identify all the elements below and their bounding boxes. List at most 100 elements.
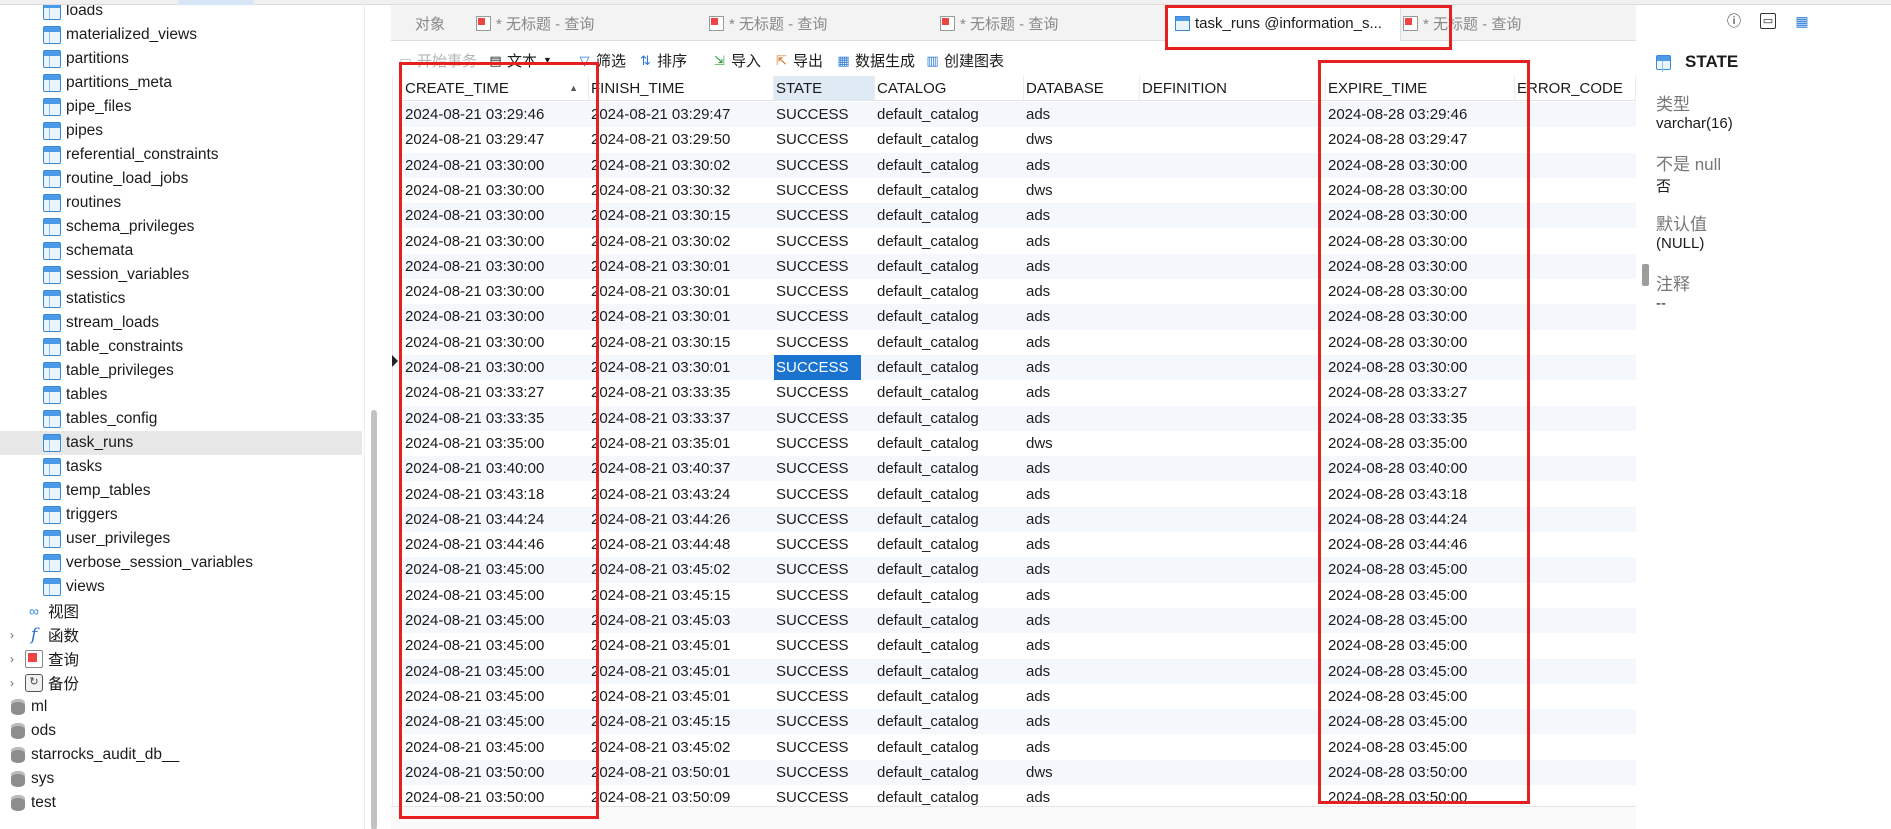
cell-catalog[interactable]: default_catalog xyxy=(875,633,1024,658)
cell-expire-time[interactable]: 2024-08-28 03:30:00 xyxy=(1326,330,1515,355)
sidebar-database-test[interactable]: test xyxy=(0,791,362,815)
cell-definition[interactable] xyxy=(1140,431,1326,456)
sidebar-item-tables[interactable]: tables xyxy=(0,383,362,407)
cell-create-time[interactable]: 2024-08-21 03:30:00 xyxy=(403,203,589,228)
cell-create-time[interactable]: 2024-08-21 03:29:46 xyxy=(403,102,589,127)
cell-catalog[interactable]: default_catalog xyxy=(875,785,1024,806)
table-row[interactable]: 2024-08-21 03:33:27 2024-08-21 03:33:35 SU… xyxy=(403,380,1636,405)
cell-create-time[interactable]: 2024-08-21 03:45:00 xyxy=(403,583,589,608)
sidebar-item-triggers[interactable]: triggers xyxy=(0,503,362,527)
table-row[interactable]: 2024-08-21 03:29:47 2024-08-21 03:29:50 SU… xyxy=(403,127,1636,152)
table-row[interactable]: 2024-08-21 03:45:00 2024-08-21 03:45:15 SU… xyxy=(403,583,1636,608)
sidebar-item-task-runs[interactable]: task_runs xyxy=(0,431,362,455)
table-row[interactable]: 2024-08-21 03:44:24 2024-08-21 03:44:26 SU… xyxy=(403,506,1636,533)
cell-database[interactable]: ads xyxy=(1024,304,1140,329)
table-row[interactable]: 2024-08-21 03:30:00 2024-08-21 03:30:15 SU… xyxy=(403,330,1636,355)
cell-expire-time[interactable]: 2024-08-28 03:30:00 xyxy=(1326,279,1515,304)
cell-definition[interactable] xyxy=(1140,507,1326,532)
cell-create-time[interactable]: 2024-08-21 03:44:24 xyxy=(403,507,589,532)
cell-error-code[interactable] xyxy=(1515,279,1636,304)
cell-catalog[interactable]: default_catalog xyxy=(875,507,1024,532)
sidebar-item-tables-config[interactable]: tables_config xyxy=(0,407,362,431)
cell-state[interactable]: SUCCESS xyxy=(774,102,861,127)
cell-create-time[interactable]: 2024-08-21 03:43:18 xyxy=(403,482,589,507)
cell-definition[interactable] xyxy=(1140,684,1326,709)
cell-database[interactable]: ads xyxy=(1024,482,1140,507)
table-row[interactable]: 2024-08-21 03:29:46 2024-08-21 03:29:47 SU… xyxy=(403,102,1636,128)
create-chart-button[interactable]: ▥ 创建图表 xyxy=(925,42,1004,78)
cell-error-code[interactable] xyxy=(1515,355,1636,380)
cell-finish-time[interactable]: 2024-08-21 03:45:02 xyxy=(589,735,774,760)
cell-definition[interactable] xyxy=(1140,304,1326,329)
cell-definition[interactable] xyxy=(1140,735,1326,760)
cell-definition[interactable] xyxy=(1140,330,1326,355)
cell-expire-time[interactable]: 2024-08-28 03:45:00 xyxy=(1326,659,1515,684)
table-row[interactable]: 2024-08-21 03:45:00 2024-08-21 03:45:02 SU… xyxy=(403,735,1636,760)
cell-finish-time[interactable]: 2024-08-21 03:29:47 xyxy=(589,102,774,127)
cell-expire-time[interactable]: 2024-08-28 03:30:00 xyxy=(1326,178,1515,203)
cell-state[interactable]: SUCCESS xyxy=(774,406,861,431)
cell-catalog[interactable]: default_catalog xyxy=(875,254,1024,279)
table-row[interactable]: 2024-08-21 03:30:00 2024-08-21 03:30:32 SU… xyxy=(403,178,1636,203)
sidebar-item-schema-privileges[interactable]: schema_privileges xyxy=(0,215,362,239)
sidebar-item-partitions[interactable]: partitions xyxy=(0,47,362,71)
cell-error-code[interactable] xyxy=(1515,735,1636,760)
cell-database[interactable]: ads xyxy=(1024,229,1140,254)
cell-state[interactable]: SUCCESS xyxy=(774,380,861,405)
cell-create-time[interactable]: 2024-08-21 03:44:46 xyxy=(403,532,589,557)
cell-create-time[interactable]: 2024-08-21 03:30:00 xyxy=(403,153,589,178)
cell-finish-time[interactable]: 2024-08-21 03:44:26 xyxy=(589,507,774,532)
cell-finish-time[interactable]: 2024-08-21 03:30:01 xyxy=(589,304,774,329)
sidebar-item-tasks[interactable]: tasks xyxy=(0,455,362,479)
cell-finish-time[interactable]: 2024-08-21 03:45:01 xyxy=(589,633,774,658)
sidebar-group-function[interactable]: › f 函数 xyxy=(0,623,362,647)
cell-catalog[interactable]: default_catalog xyxy=(875,532,1024,557)
cell-create-time[interactable]: 2024-08-21 03:29:47 xyxy=(403,127,589,152)
cell-error-code[interactable] xyxy=(1515,684,1636,709)
cell-error-code[interactable] xyxy=(1515,203,1636,228)
tab-untitled-query-1[interactable]: * 无标题 - 查询 xyxy=(476,5,698,41)
cell-finish-time[interactable]: 2024-08-21 03:45:02 xyxy=(589,557,774,582)
cell-create-time[interactable]: 2024-08-21 03:33:35 xyxy=(403,406,589,431)
sort-ascending-icon[interactable]: ▲ xyxy=(569,76,578,101)
cell-catalog[interactable]: default_catalog xyxy=(875,355,1024,380)
cell-definition[interactable] xyxy=(1140,229,1326,254)
filter-button[interactable]: ▽ 筛选 xyxy=(577,42,627,78)
cell-definition[interactable] xyxy=(1140,406,1326,431)
cell-definition[interactable] xyxy=(1140,482,1326,507)
cell-state[interactable]: SUCCESS xyxy=(774,229,861,254)
cell-create-time[interactable]: 2024-08-21 03:50:00 xyxy=(403,760,589,785)
cell-finish-time[interactable]: 2024-08-21 03:30:01 xyxy=(589,254,774,279)
data-generation-button[interactable]: ▦ 数据生成 xyxy=(836,42,915,78)
cell-state[interactable]: SUCCESS xyxy=(774,355,861,380)
cell-catalog[interactable]: default_catalog xyxy=(875,431,1024,456)
cell-error-code[interactable] xyxy=(1515,659,1636,684)
cell-error-code[interactable] xyxy=(1515,102,1636,127)
cell-catalog[interactable]: default_catalog xyxy=(875,229,1024,254)
text-view-button[interactable]: ▤ 文本 ▼ xyxy=(488,42,552,78)
cell-catalog[interactable]: default_catalog xyxy=(875,482,1024,507)
chevron-right-icon[interactable]: › xyxy=(10,629,20,641)
cell-create-time[interactable]: 2024-08-21 03:30:00 xyxy=(403,355,589,380)
cell-error-code[interactable] xyxy=(1515,482,1636,507)
cell-expire-time[interactable]: 2024-08-28 03:30:00 xyxy=(1326,203,1515,228)
cell-database[interactable]: ads xyxy=(1024,735,1140,760)
cell-error-code[interactable] xyxy=(1515,127,1636,152)
sidebar-group-backup[interactable]: › ↻ 备份 xyxy=(0,671,362,695)
cell-create-time[interactable]: 2024-08-21 03:45:00 xyxy=(403,709,589,734)
layout-icon[interactable]: ▦ xyxy=(1794,13,1810,29)
cell-database[interactable]: ads xyxy=(1024,633,1140,658)
cell-definition[interactable] xyxy=(1140,633,1326,658)
cell-finish-time[interactable]: 2024-08-21 03:33:35 xyxy=(589,380,774,405)
cell-create-time[interactable]: 2024-08-21 03:35:00 xyxy=(403,431,589,456)
column-header-state[interactable]: STATE xyxy=(774,76,875,101)
cell-error-code[interactable] xyxy=(1515,633,1636,658)
cell-expire-time[interactable]: 2024-08-28 03:45:00 xyxy=(1326,709,1515,734)
sidebar-item-referential-constraints[interactable]: referential_constraints xyxy=(0,143,362,167)
cell-state[interactable]: SUCCESS xyxy=(774,330,861,355)
cell-database[interactable]: dws xyxy=(1024,178,1140,203)
tab-task-runs[interactable]: task_runs @information_s... xyxy=(1166,5,1401,41)
cell-database[interactable]: ads xyxy=(1024,557,1140,582)
cell-state[interactable]: SUCCESS xyxy=(774,127,861,152)
sidebar-item-user-privileges[interactable]: user_privileges xyxy=(0,527,362,551)
